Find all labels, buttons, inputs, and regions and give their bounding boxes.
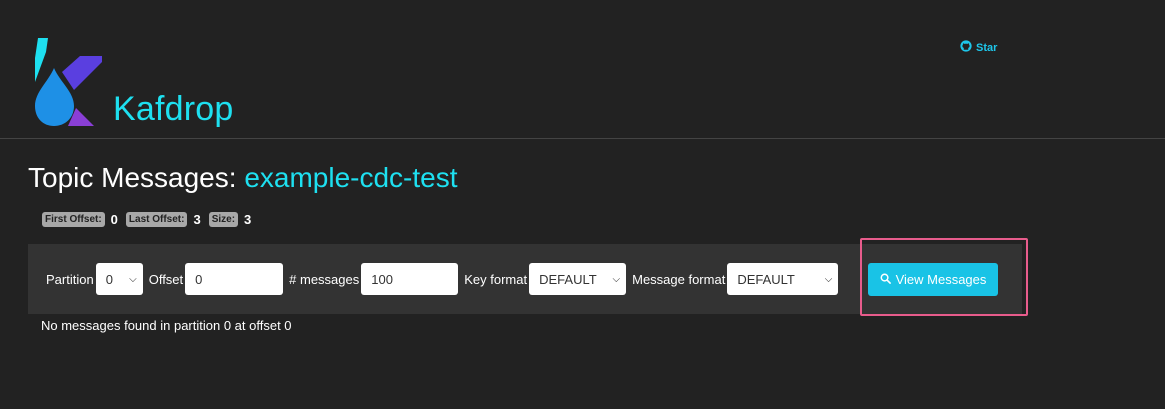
key-format-label: Key format [464,271,528,287]
topic-name: example-cdc-test [244,162,458,193]
messages-count-label: # messages [289,271,360,287]
first-offset-value: 0 [110,212,118,227]
star-label: Star [976,41,998,54]
github-icon [960,40,972,55]
key-format-select[interactable]: DEFAULT ⌵ [529,263,627,295]
message-format-select[interactable]: DEFAULT ⌵ [727,263,839,295]
page-title: Topic Messages: example-cdc-test [28,162,458,194]
navbar: Kafdrop Star [0,0,1165,139]
size-badge: Size: [208,212,239,227]
partition-select-value: 0 [105,271,113,287]
brand-title[interactable]: Kafdrop [113,90,233,129]
last-offset-badge: Last Offset: [125,212,188,227]
github-star-button[interactable]: Star [960,40,997,55]
view-messages-label: View Messages [895,272,987,287]
message-format-select-value: DEFAULT [737,271,795,287]
kafdrop-logo[interactable] [32,38,108,128]
search-icon [880,272,891,287]
page-title-prefix: Topic Messages: [28,162,245,193]
offset-stats: First Offset: 0 Last Offset: 3 Size: 3 [42,212,259,227]
chevron-down-icon: ⌵ [612,273,621,285]
partition-select[interactable]: 0 ⌵ [95,263,143,295]
partition-label: Partition [46,271,94,287]
chevron-down-icon: ⌵ [824,273,833,285]
messages-count-input[interactable]: 100 [361,263,459,295]
first-offset-badge: First Offset: [42,212,105,227]
last-offset-value: 3 [193,212,201,227]
view-messages-button[interactable]: View Messages [868,263,998,296]
key-format-select-value: DEFAULT [539,271,597,287]
offset-input[interactable]: 0 [185,263,284,295]
size-value: 3 [244,212,252,227]
empty-messages-status: No messages found in partition 0 at offs… [41,318,292,333]
chevron-down-icon: ⌵ [129,273,137,285]
message-format-label: Message format [632,271,726,287]
offset-label: Offset [148,271,184,287]
